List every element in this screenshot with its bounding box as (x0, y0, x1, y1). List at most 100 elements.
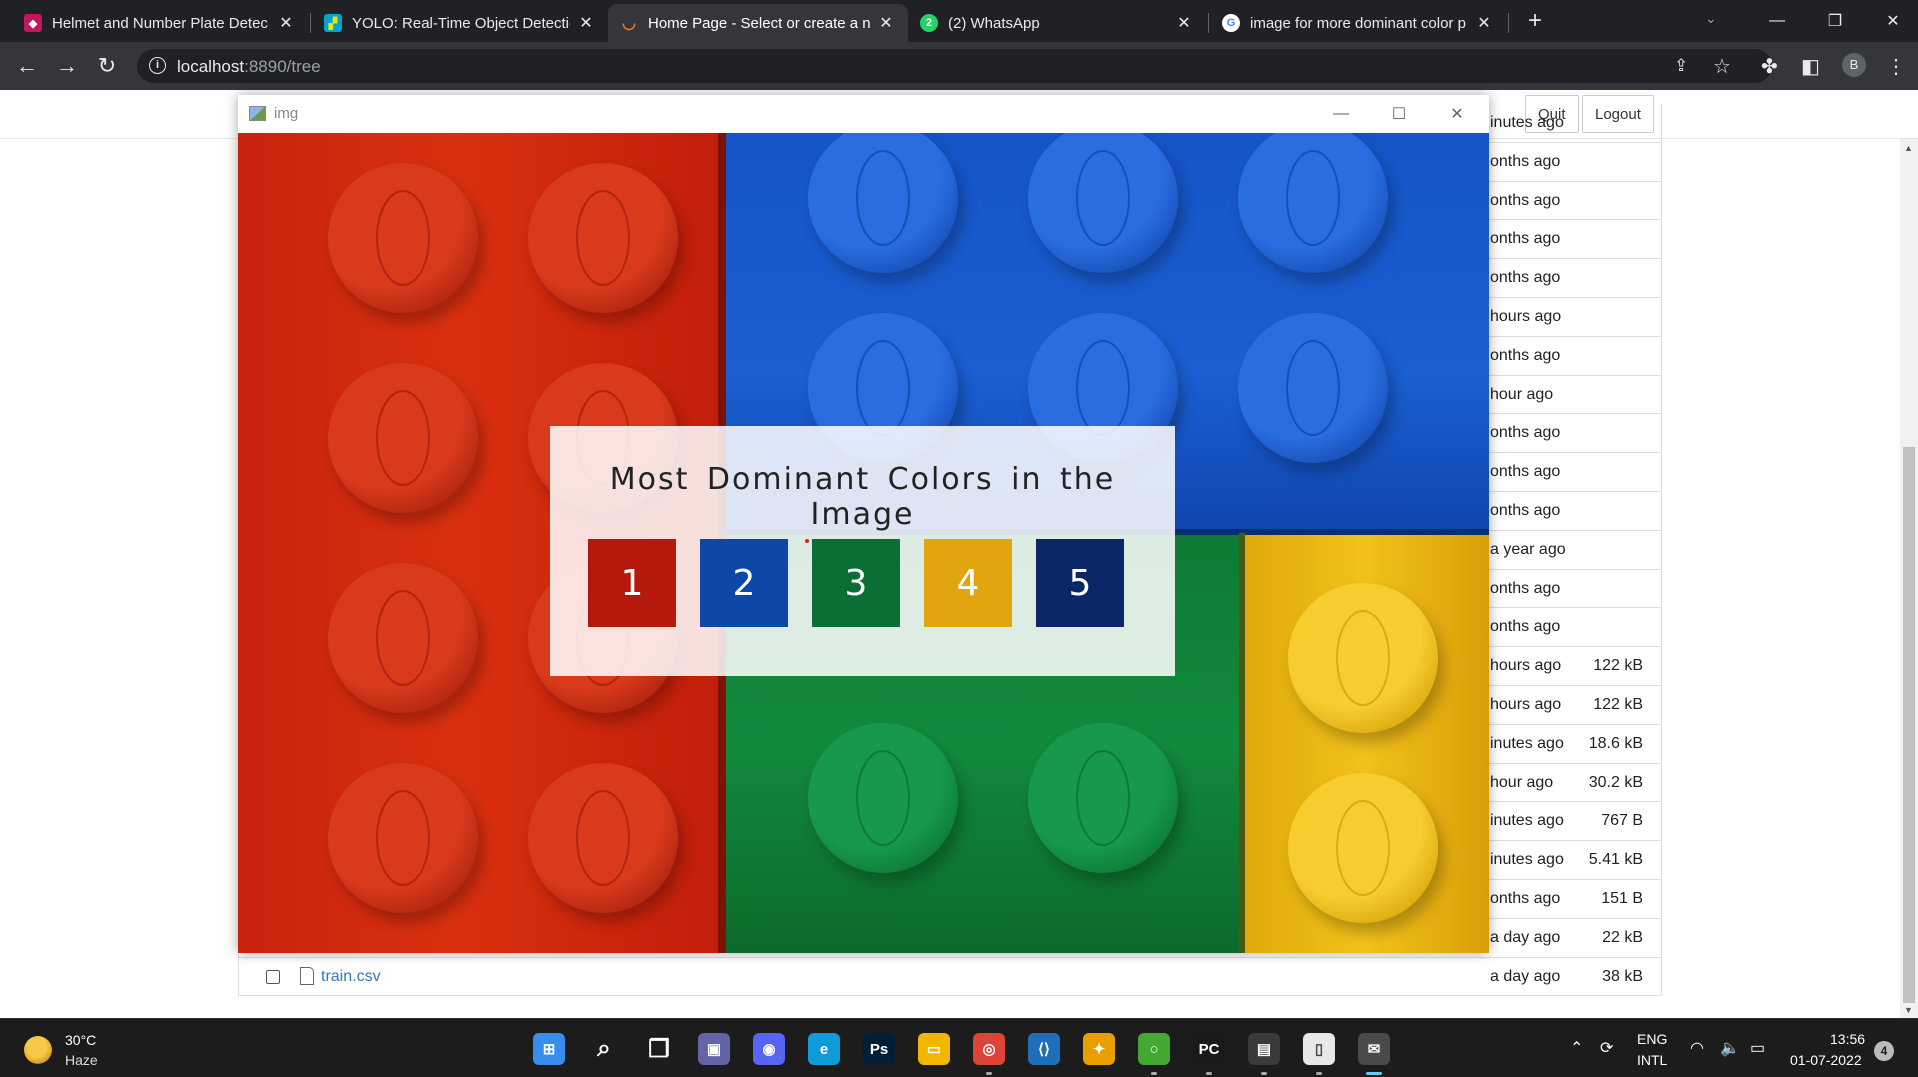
stud-logo (1076, 150, 1130, 246)
stud-logo (1336, 800, 1390, 896)
weather-condition[interactable]: Haze (65, 1052, 98, 1068)
forward-arrow-icon[interactable]: → (52, 51, 82, 81)
taskbar-terminal-icon[interactable]: ▤ (1248, 1033, 1280, 1065)
tab-close-icon[interactable]: ✕ (1174, 13, 1194, 33)
file-icon (300, 966, 314, 985)
file-modified: onths ago (1490, 579, 1561, 597)
tab-close-icon[interactable]: ✕ (276, 13, 296, 33)
tab-search-chevron-icon[interactable]: ⌄ (1705, 10, 1717, 27)
weather-sun-icon[interactable] (24, 1036, 52, 1064)
profile-avatar[interactable]: B (1842, 53, 1866, 77)
file-modified: onths ago (1490, 501, 1561, 519)
file-modified: onths ago (1490, 889, 1561, 907)
taskbar-tableau-icon[interactable]: ✦ (1083, 1033, 1115, 1065)
keyboard-layout-indicator[interactable]: INTL (1637, 1052, 1667, 1068)
back-arrow-icon[interactable]: ← (12, 51, 42, 81)
opencv-window-titlebar[interactable]: img — ☐ ✕ (238, 95, 1489, 133)
reload-icon[interactable]: ↻ (92, 51, 122, 81)
tab-whatsapp[interactable]: 2 (2) WhatsApp ✕ (908, 4, 1206, 42)
tab-helmet-detection[interactable]: ◆ Helmet and Number Plate Detec ✕ (12, 4, 308, 42)
cv-close-button[interactable]: ✕ (1428, 95, 1486, 133)
url-path: :8890/tree (244, 57, 321, 76)
file-modified: inutes ago (1490, 114, 1564, 131)
scrollbar-thumb[interactable] (1903, 447, 1915, 1003)
dominant-colors-title: Most Dominant Colors in the Image (609, 462, 1116, 532)
file-modified: hours ago (1490, 657, 1562, 675)
battery-icon[interactable]: ▭ (1750, 1038, 1765, 1058)
tab-close-icon[interactable]: ✕ (876, 13, 896, 33)
lego-stud (528, 763, 678, 913)
tab-yolo[interactable]: ▞ YOLO: Real-Time Object Detectio ✕ (312, 4, 608, 42)
taskbar-python-app-icon[interactable]: ✉ (1358, 1033, 1390, 1065)
file-modified: onths ago (1490, 152, 1561, 170)
taskbar-task-view-icon[interactable]: ❐ (643, 1033, 675, 1065)
chrome-menu-icon[interactable]: ⋮ (1886, 54, 1906, 79)
language-indicator[interactable]: ENG (1637, 1031, 1667, 1047)
scroll-down-icon[interactable]: ▼ (1904, 1005, 1913, 1015)
taskbar-teams-chat-icon[interactable]: ▣ (698, 1033, 730, 1065)
stud-logo (1336, 610, 1390, 706)
taskbar-edge-icon[interactable]: e (808, 1033, 840, 1065)
wifi-icon[interactable]: ◠ (1690, 1038, 1704, 1058)
volume-icon[interactable]: 🔈 (1720, 1038, 1740, 1058)
color-swatch-4: 4 (924, 539, 1012, 627)
taskbar-notepad-icon[interactable]: ▯ (1303, 1033, 1335, 1065)
file-modified: onths ago (1490, 618, 1561, 636)
file-modified: onths ago (1490, 269, 1561, 287)
show-hidden-icons-chevron-icon[interactable]: ⌃ (1570, 1038, 1583, 1058)
taskbar-photoshop-icon[interactable]: Ps (863, 1033, 895, 1065)
tab-jupyter-home[interactable]: ◡ Home Page - Select or create a n ✕ (608, 4, 908, 42)
tab-close-icon[interactable]: ✕ (1474, 13, 1494, 33)
stud-logo (1286, 150, 1340, 246)
notification-badge[interactable]: 4 (1874, 1041, 1894, 1061)
taskbar-start-icon[interactable]: ⊞ (533, 1033, 565, 1065)
cv-minimize-button[interactable]: — (1312, 95, 1370, 133)
file-checkbox[interactable] (266, 969, 280, 984)
color-swatch-1: 1 (588, 539, 676, 627)
brick-seam (1239, 533, 1245, 953)
restore-window-button[interactable]: ❐ (1806, 0, 1864, 42)
tab-google-search[interactable]: G image for more dominant color p ✕ (1210, 4, 1506, 42)
tab-title: YOLO: Real-Time Object Detectio (352, 14, 570, 32)
tab-favicon-icon: ▞ (324, 14, 342, 32)
clock-date[interactable]: 01-07-2022 (1790, 1052, 1862, 1068)
taskbar-pycharm-icon[interactable]: PC (1193, 1033, 1225, 1065)
file-size: 5.41 kB (1588, 851, 1643, 869)
file-row[interactable]: train.csv a day ago 38 kB (239, 958, 1661, 997)
file-size: 122 kB (1593, 695, 1643, 713)
clock-time[interactable]: 13:56 (1830, 1031, 1865, 1047)
lego-stud (328, 163, 478, 313)
taskbar-search-icon[interactable]: ⌕ (588, 1033, 620, 1065)
minimize-window-button[interactable]: — (1748, 0, 1806, 42)
page-scrollbar[interactable]: ▲ ▼ (1900, 139, 1918, 1018)
file-size: 30.2 kB (1588, 773, 1643, 791)
close-window-button[interactable]: ✕ (1864, 0, 1918, 42)
taskbar-discord-icon[interactable]: ◉ (753, 1033, 785, 1065)
file-modified: onths ago (1490, 424, 1561, 442)
taskbar-vscode-icon[interactable]: ⟨⟩ (1028, 1033, 1060, 1065)
extensions-puzzle-icon[interactable]: ✤ (1761, 54, 1778, 79)
scroll-up-icon[interactable]: ▲ (1904, 143, 1913, 153)
lego-bricks-image: Most Dominant Colors in the Image 1 2 3 … (238, 133, 1489, 953)
taskbar-chrome-icon[interactable]: ◎ (973, 1033, 1005, 1065)
cv-maximize-button[interactable]: ☐ (1370, 95, 1428, 133)
opencv-image-window[interactable]: img — ☐ ✕ Most Dominant Colors in the Im… (238, 95, 1489, 953)
file-modified: onths ago (1490, 230, 1561, 248)
tab-close-icon[interactable]: ✕ (576, 13, 596, 33)
file-name-link[interactable]: train.csv (321, 968, 381, 986)
sync-icon[interactable]: ⟳ (1600, 1038, 1613, 1058)
new-tab-button[interactable]: + (1520, 6, 1550, 36)
share-icon[interactable]: ⇪ (1674, 56, 1688, 76)
windows-taskbar: 30°C Haze ⊞ ⌕ ❐ ▣ ◉ e Ps ▭ ◎ ⟨⟩ ✦ ○ PC ▤ ▯ ✉ ⌃ ⟳ ENG IN… (0, 1018, 1918, 1077)
address-url[interactable]: localhost:8890/tree (177, 57, 321, 77)
address-bar[interactable]: i localhost:8890/tree ⇪ ☆ (137, 49, 1772, 83)
site-info-icon[interactable]: i (149, 57, 166, 74)
side-panel-icon[interactable]: ◧ (1801, 54, 1820, 79)
tab-title: image for more dominant color p (1250, 14, 1466, 32)
file-modified: hours ago (1490, 695, 1562, 713)
taskbar-anaconda-icon[interactable]: ○ (1138, 1033, 1170, 1065)
bookmark-star-icon[interactable]: ☆ (1713, 54, 1731, 79)
taskbar-file-explorer-icon[interactable]: ▭ (918, 1033, 950, 1065)
weather-temperature[interactable]: 30°C (65, 1032, 96, 1048)
file-modified: inutes ago (1490, 734, 1564, 752)
